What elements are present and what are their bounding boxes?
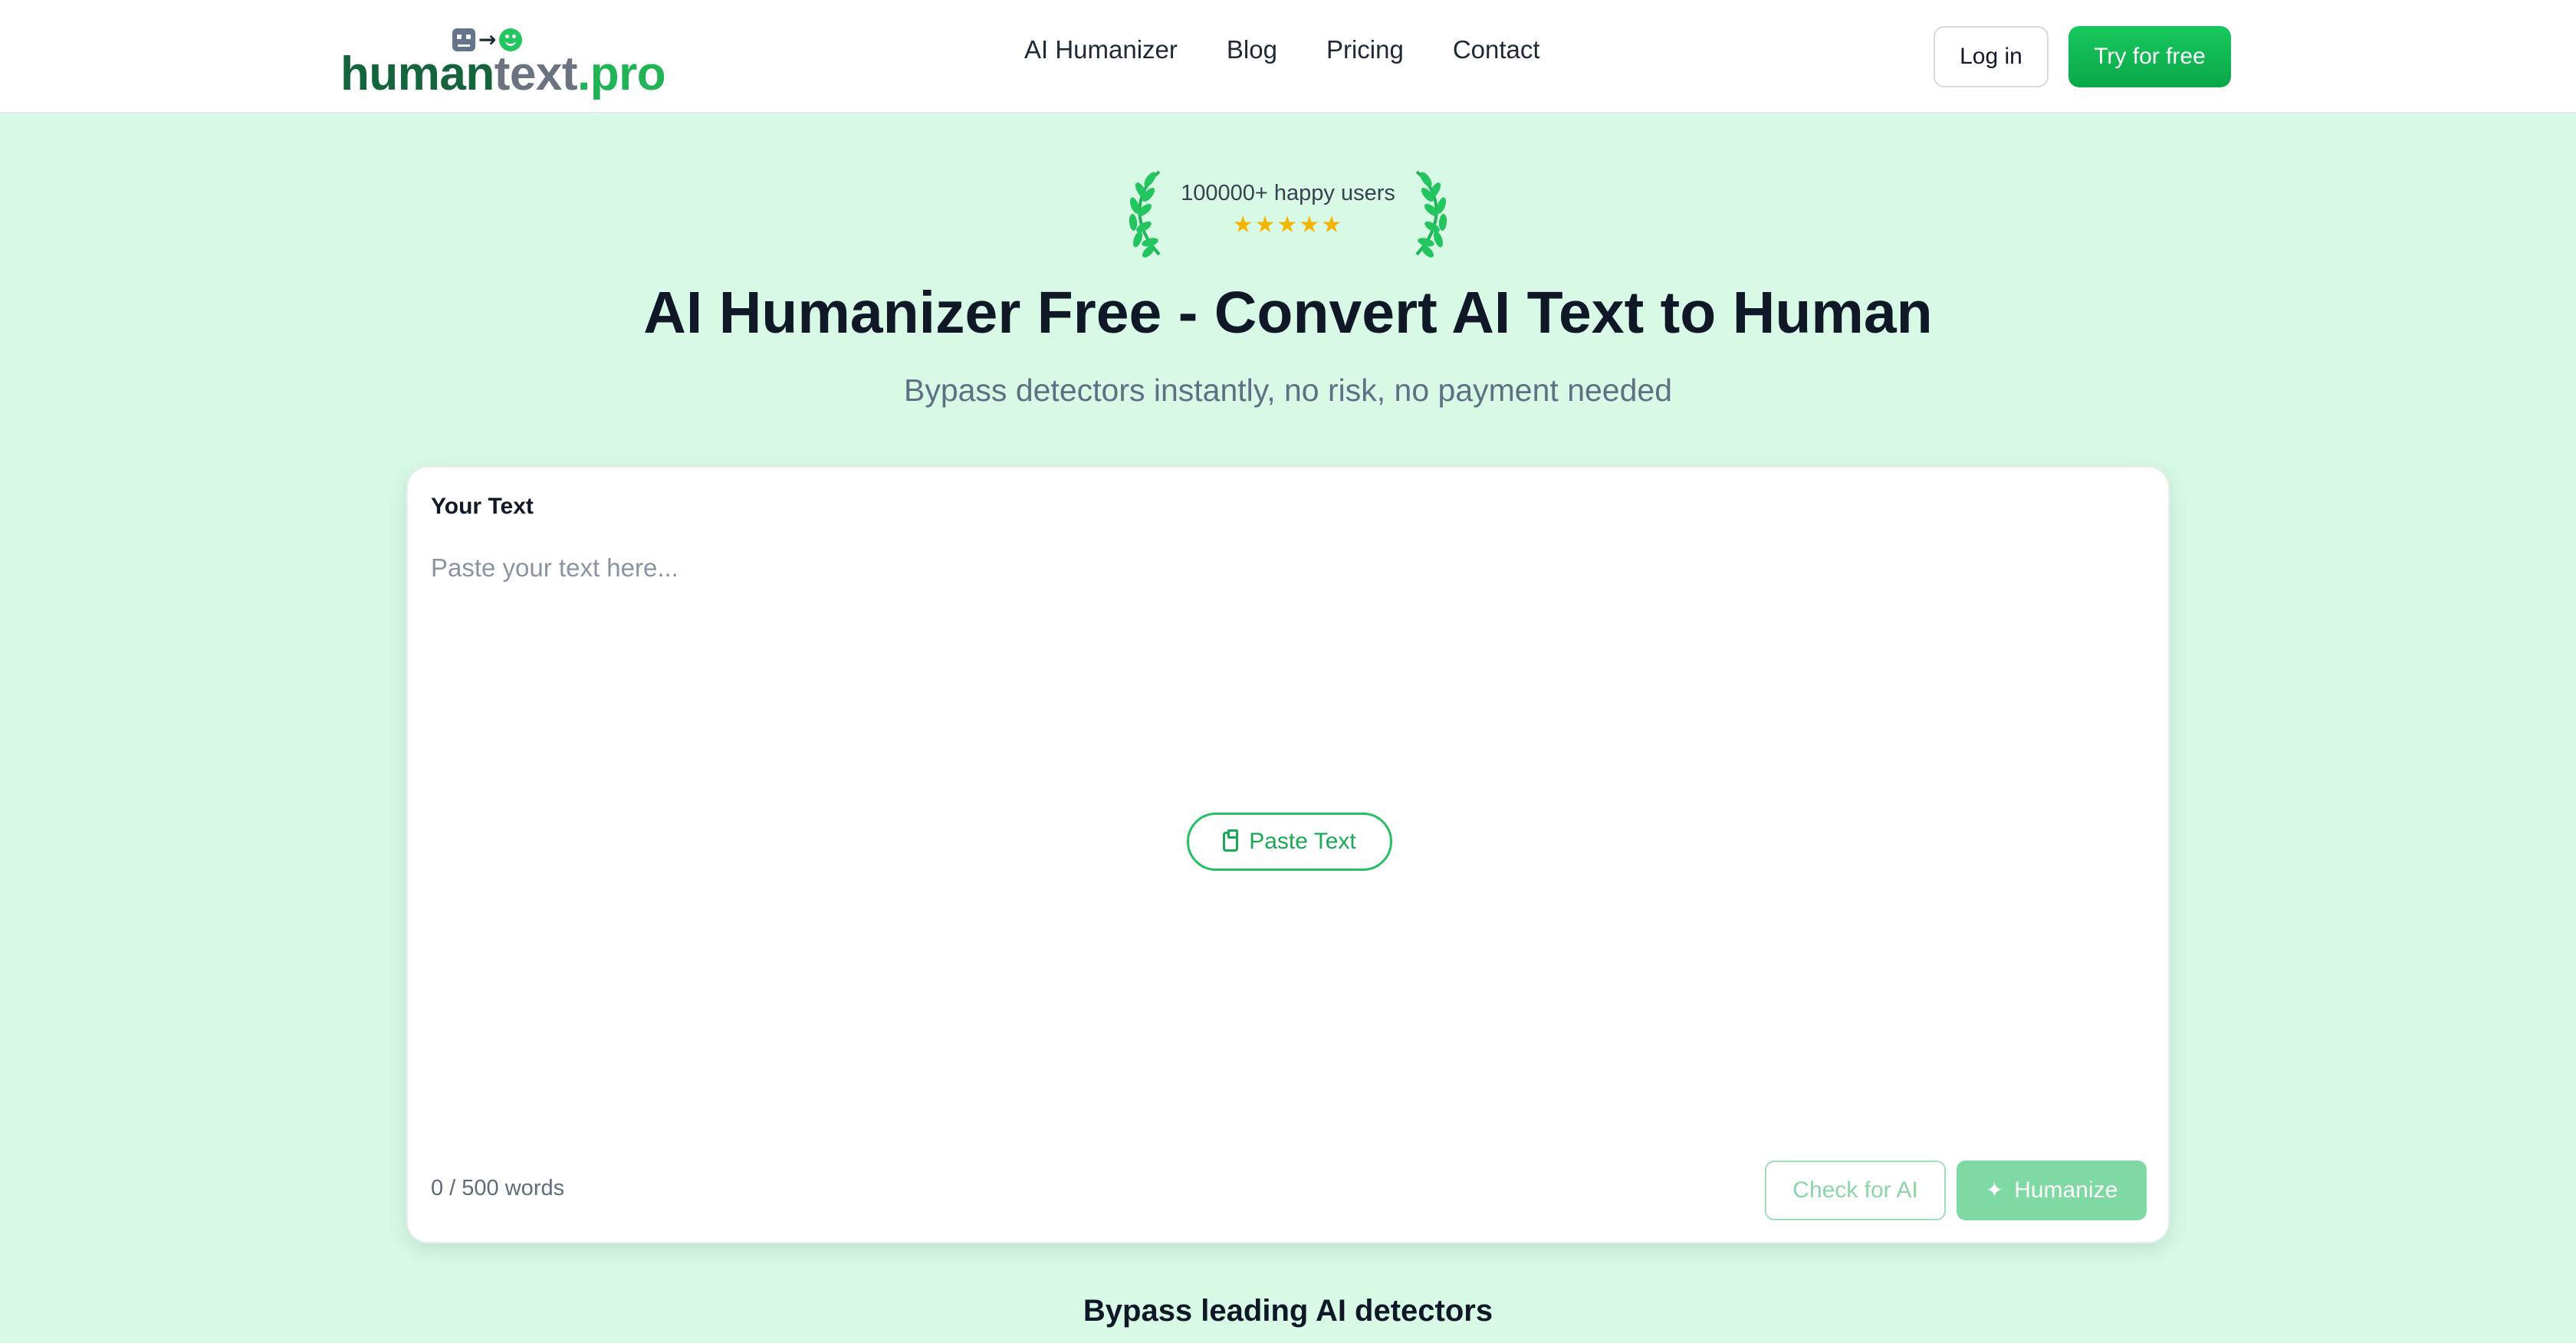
paste-text-button[interactable]: Paste Text: [1187, 813, 1392, 871]
humanize-label: Humanize: [2014, 1177, 2118, 1203]
nav-item-ai-humanizer[interactable]: AI Humanizer: [1024, 35, 1178, 64]
page-subtitle: Bypass detectors instantly, no risk, no …: [903, 373, 1673, 408]
main-nav: AI Humanizer Blog Pricing Contact: [1024, 35, 1540, 64]
login-button[interactable]: Log in: [1934, 26, 2049, 87]
page-title: AI Humanizer Free - Convert AI Text to H…: [643, 280, 1933, 346]
logo-text-human: human: [340, 48, 495, 100]
paste-text-label: Paste Text: [1249, 829, 1356, 854]
site-header: → humantext.pro AI Humanizer Blog Pricin…: [0, 0, 2576, 113]
check-for-ai-button[interactable]: Check for AI: [1765, 1161, 1946, 1220]
word-count: 0 / 500 words: [431, 1176, 565, 1200]
nav-item-contact[interactable]: Contact: [1453, 35, 1540, 64]
try-for-free-button[interactable]: Try for free: [2068, 26, 2231, 87]
logo-text-text: text: [494, 48, 578, 100]
sparkle-icon: ✦: [1985, 1177, 2004, 1203]
laurel-right-icon: [1415, 170, 1447, 258]
your-text-label: Your Text: [431, 494, 534, 519]
clipboard-icon: [1223, 829, 1239, 852]
logo-text-pro: .pro: [577, 48, 666, 100]
text-input[interactable]: [431, 553, 2118, 1044]
text-editor-card: Your Text Paste Text 0 / 500 words Check…: [406, 466, 2170, 1243]
humanize-button[interactable]: ✦ Humanize: [1957, 1161, 2147, 1220]
logo-text: humantext.pro: [340, 46, 666, 103]
nav-item-blog[interactable]: Blog: [1227, 35, 1277, 64]
logo[interactable]: → humantext.pro: [340, 18, 666, 103]
section-title: Bypass leading AI detectors: [1083, 1294, 1493, 1328]
nav-item-pricing[interactable]: Pricing: [1326, 35, 1404, 64]
happy-users-badge: 100000+ happy users ★★★★★: [1119, 164, 1457, 258]
